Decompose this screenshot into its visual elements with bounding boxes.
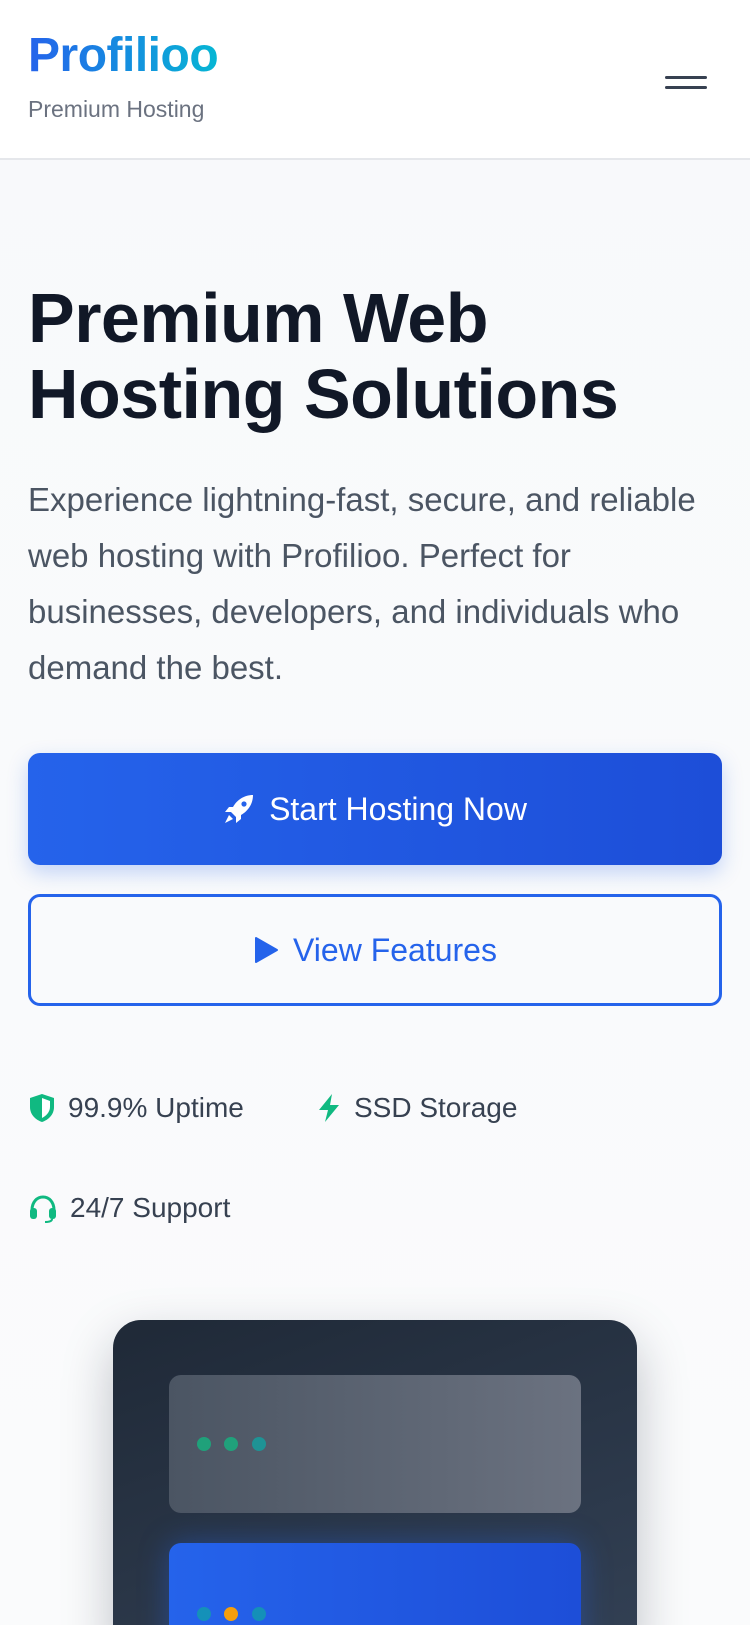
feature-support-label: 24/7 Support bbox=[70, 1192, 231, 1223]
play-icon bbox=[253, 936, 279, 964]
status-led bbox=[224, 1437, 238, 1451]
shield-icon bbox=[28, 1093, 56, 1123]
hamburger-icon bbox=[665, 85, 707, 89]
status-led bbox=[252, 1607, 266, 1621]
page: Profilioo Premium Hosting Premium Web Ho… bbox=[0, 0, 750, 1625]
hero-title-line-2: Hosting Solutions bbox=[28, 355, 619, 433]
status-led bbox=[197, 1437, 211, 1451]
headset-icon bbox=[28, 1193, 58, 1223]
start-hosting-label: Start Hosting Now bbox=[269, 790, 527, 827]
menu-button[interactable] bbox=[660, 62, 712, 102]
view-features-button[interactable]: View Features bbox=[28, 894, 722, 1006]
server-unit-active bbox=[169, 1543, 581, 1625]
bolt-icon bbox=[316, 1093, 342, 1123]
status-led bbox=[252, 1437, 266, 1451]
status-led bbox=[197, 1607, 211, 1621]
feature-ssd: SSD Storage bbox=[316, 1092, 517, 1124]
hero-title: Premium Web Hosting Solutions bbox=[28, 280, 728, 432]
hero-description: Experience lightning-fast, secure, and r… bbox=[28, 481, 696, 686]
hero-title-line-1: Premium Web bbox=[28, 279, 489, 357]
rocket-icon bbox=[223, 793, 255, 825]
feature-uptime-label: 99.9% Uptime bbox=[68, 1092, 244, 1123]
server-unit bbox=[169, 1375, 581, 1513]
brand-tagline: Premium Hosting bbox=[28, 96, 205, 122]
hamburger-icon bbox=[665, 75, 707, 79]
feature-support: 24/7 Support bbox=[28, 1192, 230, 1224]
start-hosting-button[interactable]: Start Hosting Now bbox=[28, 753, 722, 865]
feature-ssd-label: SSD Storage bbox=[354, 1092, 518, 1123]
status-led bbox=[224, 1607, 238, 1621]
server-illustration bbox=[113, 1320, 637, 1625]
brand-logo[interactable]: Profilioo bbox=[28, 28, 219, 83]
site-header: Profilioo Premium Hosting bbox=[0, 0, 750, 160]
view-features-label: View Features bbox=[293, 931, 497, 968]
feature-uptime: 99.9% Uptime bbox=[28, 1092, 244, 1124]
